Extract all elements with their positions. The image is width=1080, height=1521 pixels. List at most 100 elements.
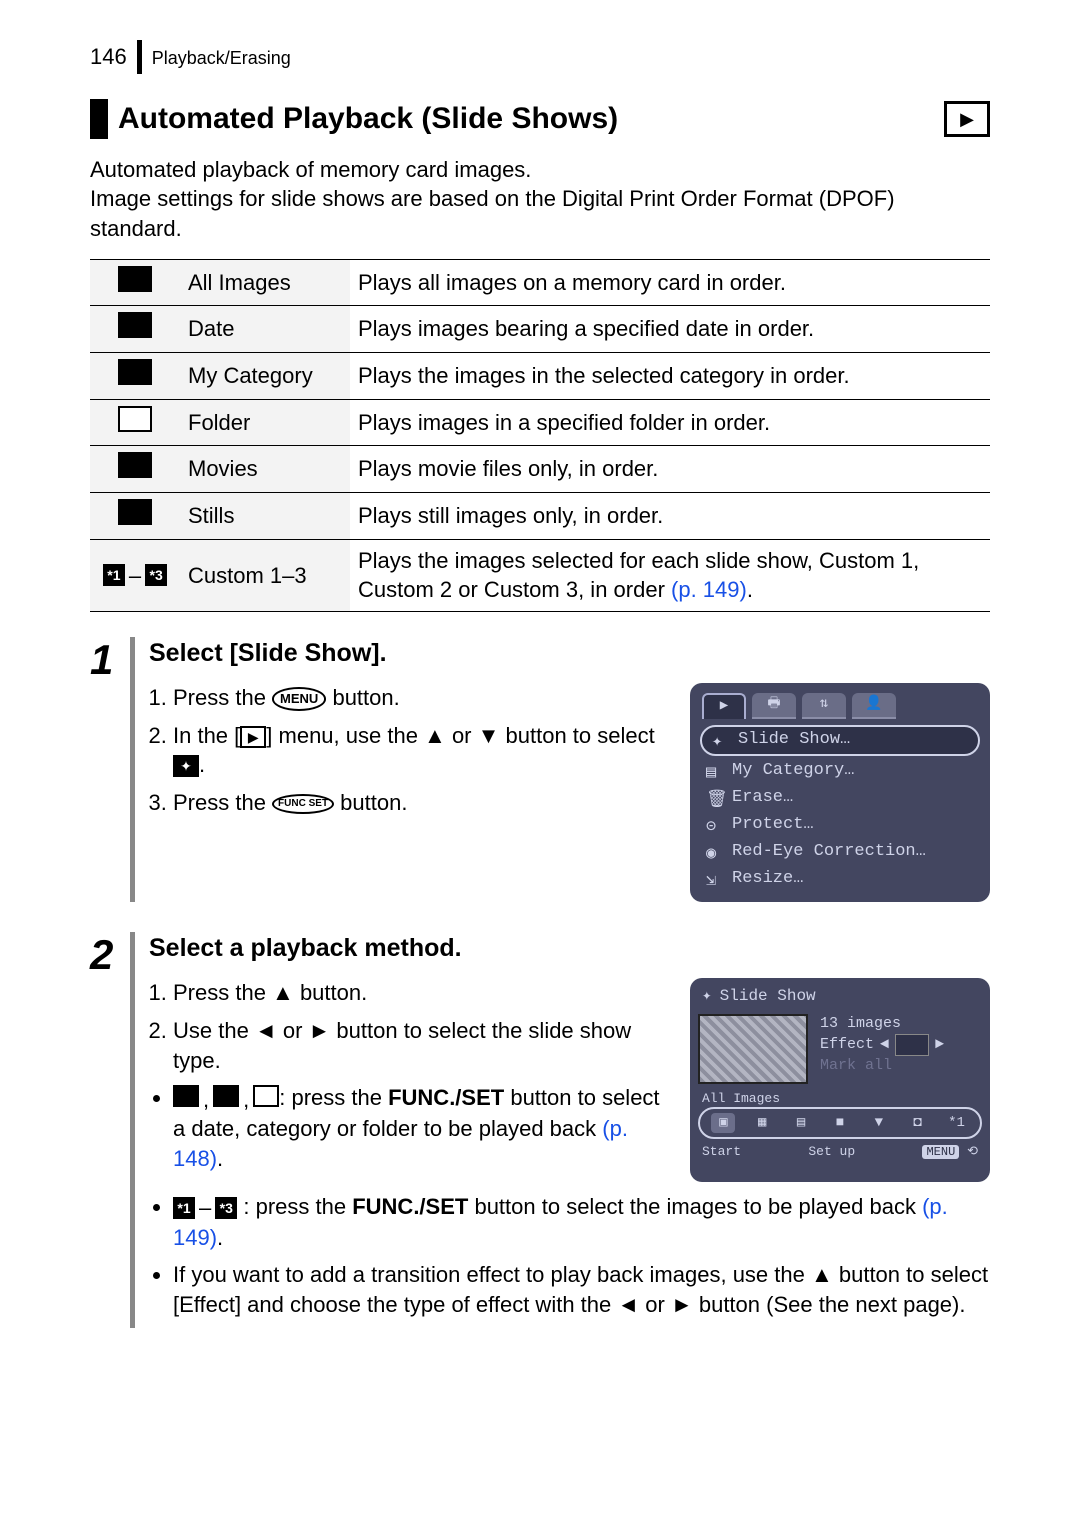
erase-icon: 🗑 bbox=[706, 790, 724, 806]
menu-item: ⇲ Resize… bbox=[696, 866, 984, 893]
left-arrow-icon: ◄ bbox=[880, 1035, 889, 1055]
option-name: Stills bbox=[180, 493, 350, 540]
option-icon-cell bbox=[90, 493, 180, 540]
instr-text: button. bbox=[332, 685, 399, 710]
custom3-icon: *3 bbox=[145, 564, 167, 586]
option-icon-cell bbox=[90, 446, 180, 493]
menu-item: ⊝Protect… bbox=[696, 812, 984, 839]
step-bar bbox=[130, 637, 135, 902]
intro-line: Automated playback of memory card images… bbox=[90, 155, 990, 185]
page-number: 146 bbox=[90, 40, 142, 74]
option-desc: Plays all images on a memory card in ord… bbox=[350, 259, 990, 306]
custom3-icon: *3 bbox=[215, 1197, 237, 1219]
resize-icon: ⇲ bbox=[706, 871, 724, 887]
right-arrow-icon: ► bbox=[309, 1018, 331, 1043]
instruction-item: In the [▶] menu, use the ▲ or ▼ button t… bbox=[173, 721, 670, 780]
date-icon: ▦ bbox=[750, 1113, 774, 1133]
playback-tab-icon: ▶ bbox=[702, 693, 746, 719]
section-title: Automated Playback (Slide Shows) bbox=[118, 99, 944, 140]
all-images-icon bbox=[118, 266, 152, 292]
slideshow-icon: ✦ bbox=[173, 755, 199, 777]
stills-icon: ◘ bbox=[906, 1113, 930, 1133]
ss2-title-row: ✦ Slide Show bbox=[698, 986, 982, 1008]
step-1-instructions: Press the MENU button. In the [▶] menu, … bbox=[149, 683, 670, 903]
menu-item-label: Erase… bbox=[732, 787, 793, 810]
menu-item-label: My Category… bbox=[732, 760, 854, 783]
mark-all-label: Mark all bbox=[820, 1056, 982, 1076]
menu-item-selected: ✦ Slide Show… bbox=[700, 725, 980, 756]
page-link[interactable]: (p. 149) bbox=[671, 577, 747, 602]
option-name: All Images bbox=[180, 259, 350, 306]
intro-text: Automated playback of memory card images… bbox=[90, 155, 990, 244]
instruction-bullet: , , : press the FUNC./SET button to sele… bbox=[173, 1083, 670, 1173]
option-name: Custom 1–3 bbox=[180, 539, 350, 611]
instr-text: ] menu, use the bbox=[266, 723, 424, 748]
right-arrow-icon: ► bbox=[671, 1292, 693, 1317]
comma: , bbox=[243, 1085, 249, 1115]
instruction-item: Press the FUNC SET button. bbox=[173, 788, 670, 818]
instr-text: If you want to add a transition effect t… bbox=[173, 1262, 811, 1287]
custom1-icon: *1 bbox=[944, 1113, 968, 1133]
playback-menu-icon: ▶ bbox=[240, 726, 266, 748]
custom1-icon: *1 bbox=[173, 1197, 195, 1219]
instr-text: button to select bbox=[499, 723, 654, 748]
intro-line: Image settings for slide shows are based… bbox=[90, 184, 990, 243]
instr-text: button. bbox=[294, 980, 367, 1005]
period: . bbox=[217, 1146, 223, 1171]
down-arrow-icon: ▼ bbox=[478, 723, 500, 748]
instr-text: Use the bbox=[173, 1018, 255, 1043]
option-icon-cell: *1 – *3 bbox=[90, 539, 180, 611]
up-arrow-icon: ▲ bbox=[424, 723, 446, 748]
user-tab-icon: 👤 bbox=[852, 693, 896, 719]
category-icon: ▤ bbox=[706, 763, 724, 779]
effect-row: Effect ◄ ► bbox=[820, 1034, 982, 1056]
effect-value-box bbox=[895, 1034, 929, 1056]
func-set-label: FUNC./SET bbox=[388, 1085, 504, 1110]
instruction-item: Use the ◄ or ► button to select the slid… bbox=[173, 1016, 670, 1075]
table-row: Stills Plays still images only, in order… bbox=[90, 493, 990, 540]
menu-item-label: Resize… bbox=[732, 868, 803, 891]
slideshow-icon: ✦ bbox=[712, 732, 730, 748]
instr-text: button (See the next page). bbox=[693, 1292, 966, 1317]
menu-item: ◉Red-Eye Correction… bbox=[696, 839, 984, 866]
table-row: Movies Plays movie files only, in order. bbox=[90, 446, 990, 493]
movies-icon: ▼ bbox=[867, 1113, 891, 1133]
playback-mode-icon: ▶ bbox=[944, 101, 990, 137]
folder-icon: ■ bbox=[828, 1113, 852, 1133]
step-1: 1 Select [Slide Show]. Press the MENU bu… bbox=[90, 637, 990, 902]
menu-item-label: Slide Show… bbox=[738, 729, 850, 752]
step-number: 2 bbox=[90, 932, 130, 1327]
title-accent-bar bbox=[90, 99, 108, 139]
custom-range-icon: *1 – *3 bbox=[98, 561, 172, 591]
instr-text: Press the bbox=[173, 790, 272, 815]
all-images-label: All Images bbox=[698, 1090, 982, 1108]
option-desc: Plays images bearing a specified date in… bbox=[350, 306, 990, 353]
icon-group: , , bbox=[173, 1085, 279, 1115]
option-desc: Plays movie files only, in order. bbox=[350, 446, 990, 493]
instr-text: : press the bbox=[243, 1194, 352, 1219]
instr-text: button. bbox=[340, 790, 407, 815]
folder-icon bbox=[118, 406, 152, 432]
dash: – bbox=[129, 561, 141, 591]
option-icon-cell bbox=[90, 306, 180, 353]
left-arrow-icon: ◄ bbox=[255, 1018, 277, 1043]
option-desc-text: . bbox=[747, 577, 753, 602]
option-icon-cell bbox=[90, 352, 180, 399]
print-tab-icon: 🖶 bbox=[752, 693, 796, 719]
instr-text: Press the bbox=[173, 980, 272, 1005]
date-icon bbox=[173, 1085, 199, 1107]
dash: – bbox=[199, 1193, 211, 1223]
option-name: Movies bbox=[180, 446, 350, 493]
instr-text: button to select the images to be played… bbox=[468, 1194, 922, 1219]
table-row: Folder Plays images in a specified folde… bbox=[90, 399, 990, 446]
option-icon-cell bbox=[90, 259, 180, 306]
effect-label: Effect bbox=[820, 1035, 874, 1055]
instr-text: . bbox=[199, 752, 205, 777]
option-desc: Plays images in a specified folder in or… bbox=[350, 399, 990, 446]
play-icon: ▶ bbox=[960, 107, 974, 131]
my-category-icon: ▤ bbox=[789, 1113, 813, 1133]
custom1-icon: *1 bbox=[103, 564, 125, 586]
options-table: All Images Plays all images on a memory … bbox=[90, 259, 990, 613]
table-row: Date Plays images bearing a specified da… bbox=[90, 306, 990, 353]
folder-icon bbox=[253, 1085, 279, 1107]
